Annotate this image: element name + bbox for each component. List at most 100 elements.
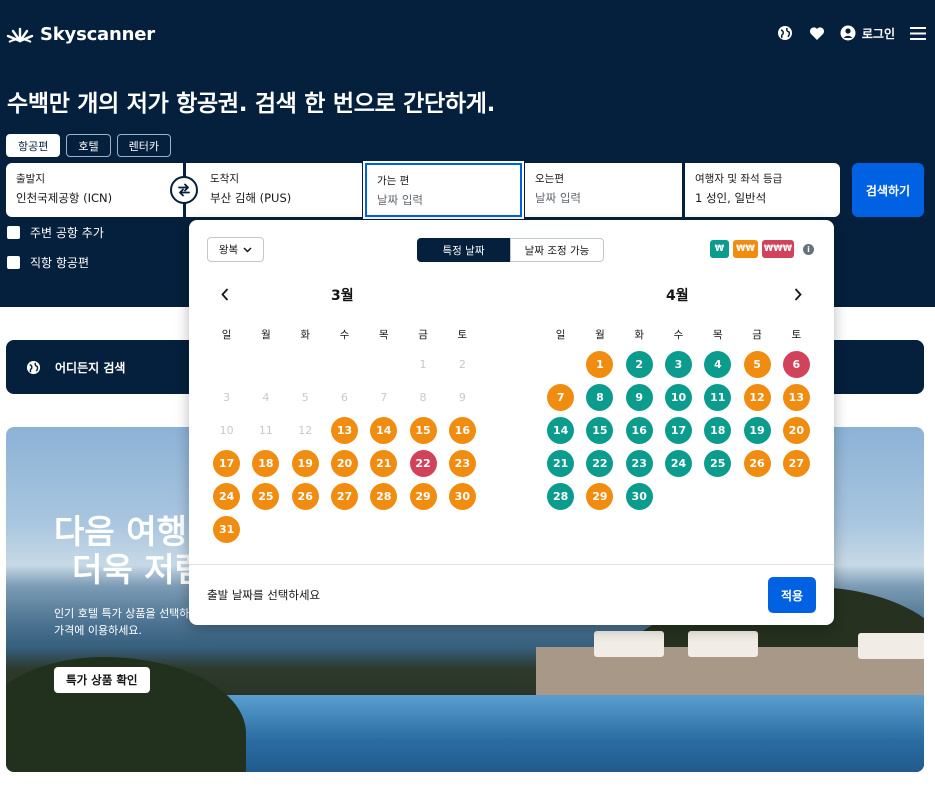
calendar-day-number: 1 — [419, 358, 427, 371]
calendar-day-number: 10 — [664, 384, 692, 411]
destination-field[interactable]: 도착지 부산 김해 (PUS) — [186, 163, 362, 217]
calendar-day[interactable]: 23 — [620, 447, 659, 480]
search-button[interactable]: 검색하기 — [852, 163, 924, 217]
calendar-day[interactable]: 23 — [443, 447, 482, 480]
depart-label: 가는 편 — [377, 175, 410, 187]
calendar-day[interactable]: 10 — [659, 381, 698, 414]
calendar-week: 31 — [207, 513, 482, 546]
calendar-day[interactable]: 25 — [698, 447, 737, 480]
promo-deals-button[interactable]: 특가 상품 확인 — [54, 667, 150, 693]
calendar-day-number: 25 — [252, 483, 280, 510]
calendar-day-number: 26 — [743, 450, 771, 477]
day-grid: 1 2 3 4 5 6 7 8 9 10 11 12 13 14 15 16 17 18 19 20 21 22 23 24 2… — [541, 348, 816, 513]
calendar-day[interactable]: 31 — [207, 513, 246, 546]
calendar-day-number: 14 — [547, 417, 575, 444]
calendar-day[interactable]: 21 — [541, 447, 580, 480]
calendar-day[interactable]: 15 — [580, 414, 619, 447]
calendar-day[interactable]: 6 — [777, 348, 816, 381]
heart-icon[interactable] — [808, 24, 826, 42]
calendar-day[interactable]: 29 — [403, 480, 442, 513]
calendar-day[interactable]: 25 — [246, 480, 285, 513]
swap-button[interactable] — [170, 176, 198, 204]
info-icon[interactable]: i — [803, 243, 814, 255]
calendar-day-number: 12 — [298, 424, 313, 437]
calendar-day[interactable]: 27 — [777, 447, 816, 480]
calendar-day[interactable]: 22 — [580, 447, 619, 480]
depart-date-field[interactable]: 가는 편 날짜 입력 — [365, 163, 522, 217]
calendar-day[interactable]: 8 — [580, 381, 619, 414]
calendar-day[interactable]: 19 — [737, 414, 776, 447]
specific-date-tab[interactable]: 특정 날짜 — [417, 238, 510, 262]
checkbox-box[interactable] — [7, 256, 20, 269]
calendar-day[interactable]: 17 — [659, 414, 698, 447]
calendar-day[interactable]: 29 — [580, 480, 619, 513]
origin-field[interactable]: 출발지 인천국제공항 (ICN) — [6, 163, 183, 217]
calendar-empty-cell — [777, 480, 816, 513]
calendar-day[interactable]: 14 — [541, 414, 580, 447]
calendar-day-number: 7 — [547, 384, 575, 411]
weekday-wed: 수 — [339, 328, 350, 341]
calendar-day[interactable]: 24 — [659, 447, 698, 480]
calendar-day-number: 3 — [664, 351, 692, 378]
calendar-day[interactable]: 7 — [541, 381, 580, 414]
search-anywhere-label: 어디든지 검색 — [55, 360, 126, 375]
travelers-field[interactable]: 여행자 및 좌석 등급 1 성인, 일반석 — [685, 163, 840, 217]
trip-type-dropdown[interactable]: 왕복 — [207, 237, 264, 262]
calendar-day-number: 19 — [291, 450, 319, 477]
calendar-day[interactable]: 9 — [620, 381, 659, 414]
calendar-day[interactable]: 30 — [620, 480, 659, 513]
calendar-day: 4 — [246, 381, 285, 414]
prev-month-button[interactable] — [217, 284, 233, 304]
skyscanner-logo[interactable]: Skyscanner — [6, 24, 155, 45]
apply-button[interactable]: 적용 — [768, 577, 816, 613]
lounge-chair — [688, 631, 758, 657]
flexible-date-tab[interactable]: 날짜 조정 가능 — [510, 238, 604, 262]
calendar-day[interactable]: 28 — [364, 480, 403, 513]
tab-flights[interactable]: 항공편 — [6, 134, 61, 157]
calendar-day[interactable]: 30 — [443, 480, 482, 513]
globe-icon[interactable] — [776, 24, 794, 42]
promo-title: 다음 여행 더욱 저렴 — [54, 513, 205, 589]
calendar-day[interactable]: 26 — [737, 447, 776, 480]
nearby-airports-checkbox[interactable]: 주변 공항 추가 — [7, 224, 104, 241]
month-title-march: 3월 — [331, 288, 354, 304]
calendar-day[interactable]: 20 — [325, 447, 364, 480]
calendar-day[interactable]: 27 — [325, 480, 364, 513]
next-month-button[interactable] — [790, 284, 806, 304]
calendar-day-number: 8 — [419, 391, 427, 404]
calendar-empty-cell — [737, 480, 776, 513]
calendar-day[interactable]: 1 — [580, 348, 619, 381]
calendar-day[interactable]: 18 — [246, 447, 285, 480]
calendar-day[interactable]: 18 — [698, 414, 737, 447]
menu-icon[interactable] — [909, 24, 927, 42]
calendar-day[interactable]: 3 — [659, 348, 698, 381]
calendar-day[interactable]: 16 — [443, 414, 482, 447]
calendar-day[interactable]: 26 — [286, 480, 325, 513]
tab-hotels[interactable]: 호텔 — [66, 134, 111, 157]
calendar-day[interactable]: 20 — [777, 414, 816, 447]
calendar-day[interactable]: 17 — [207, 447, 246, 480]
login-button[interactable]: 로그인 — [840, 25, 895, 42]
calendar-day[interactable]: 11 — [698, 381, 737, 414]
calendar-day[interactable]: 12 — [737, 381, 776, 414]
calendar-day[interactable]: 2 — [620, 348, 659, 381]
calendar-day[interactable]: 13 — [777, 381, 816, 414]
tab-car-rental[interactable]: 렌터카 — [116, 134, 171, 157]
calendar-day[interactable]: 4 — [698, 348, 737, 381]
calendar-day[interactable]: 13 — [325, 414, 364, 447]
calendar-day[interactable]: 28 — [541, 480, 580, 513]
calendar-day[interactable]: 19 — [286, 447, 325, 480]
calendar-day[interactable]: 14 — [364, 414, 403, 447]
calendar-day[interactable]: 16 — [620, 414, 659, 447]
calendar-day[interactable]: 5 — [737, 348, 776, 381]
checkbox-box[interactable] — [7, 226, 20, 239]
return-date-field[interactable]: 오는편 날짜 입력 — [525, 163, 682, 217]
direct-flights-checkbox[interactable]: 직항 항공편 — [7, 254, 89, 271]
calendar-day[interactable]: 24 — [207, 480, 246, 513]
calendar-day: 11 — [246, 414, 285, 447]
calendar-day[interactable]: 21 — [364, 447, 403, 480]
calendar-day[interactable]: 15 — [403, 414, 442, 447]
calendar-day[interactable]: 22 — [403, 447, 442, 480]
calendar-day: 10 — [207, 414, 246, 447]
lounge-chair — [594, 631, 664, 657]
